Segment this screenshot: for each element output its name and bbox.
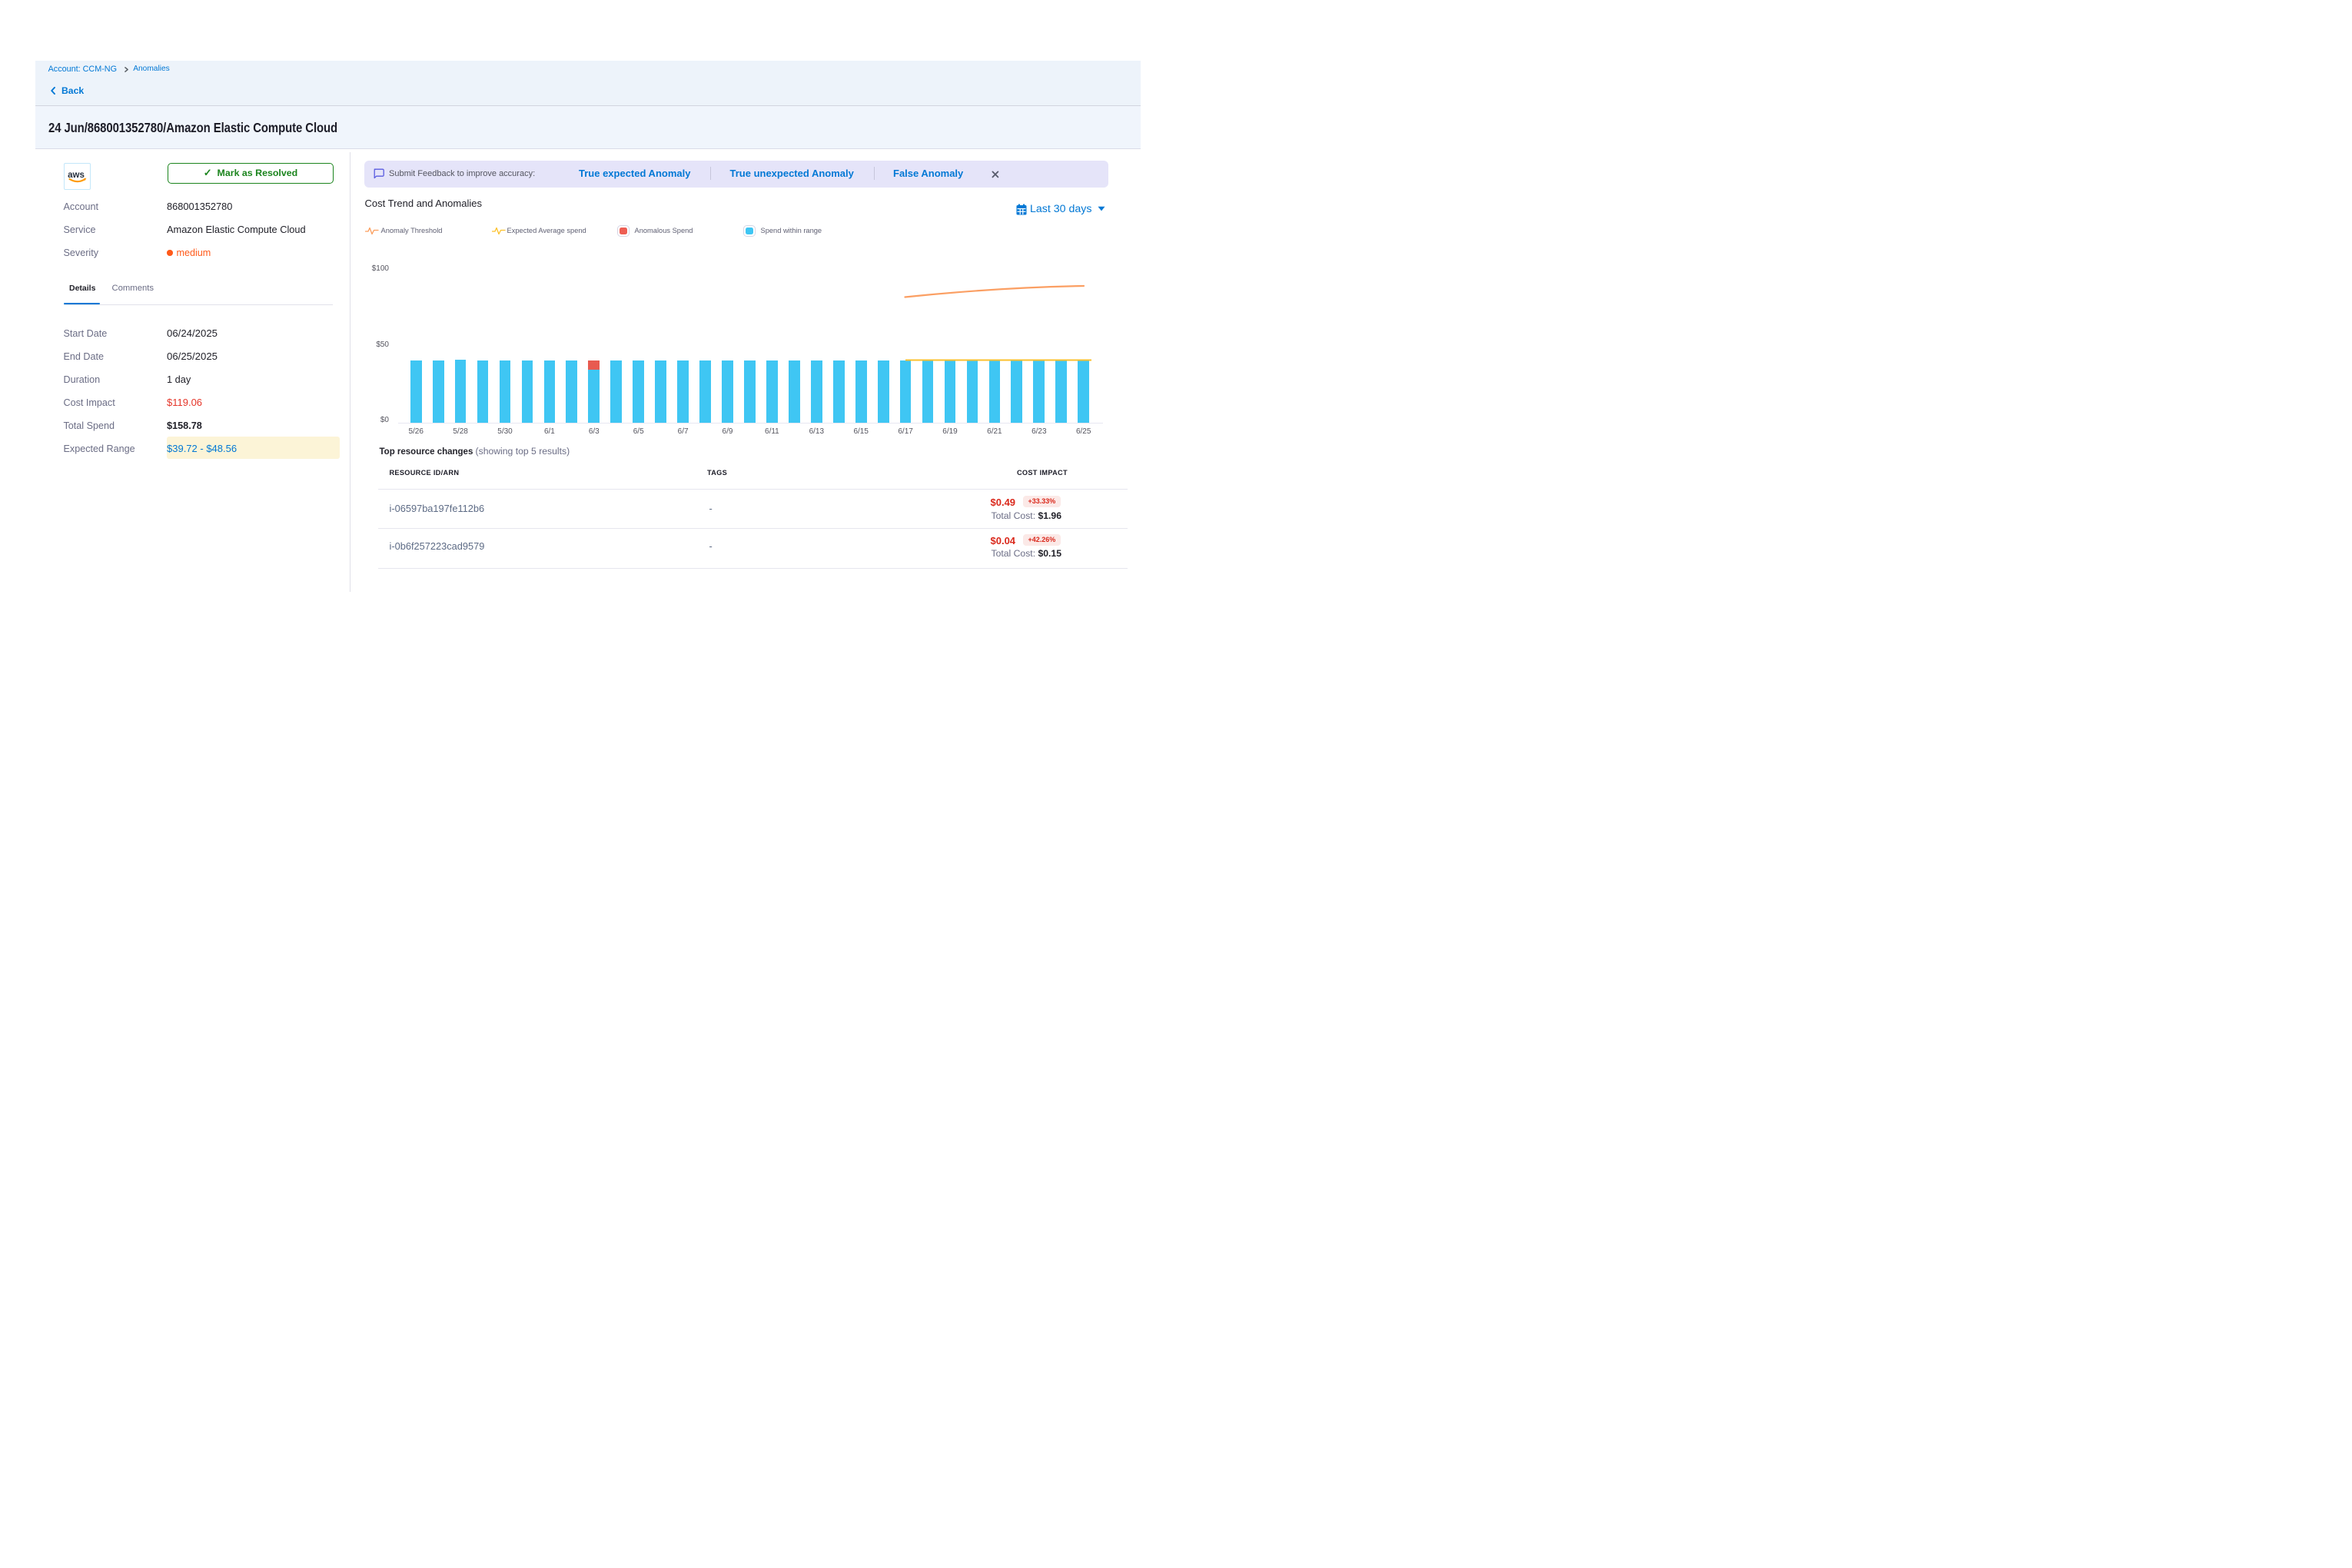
svg-text:aws: aws — [68, 171, 85, 180]
